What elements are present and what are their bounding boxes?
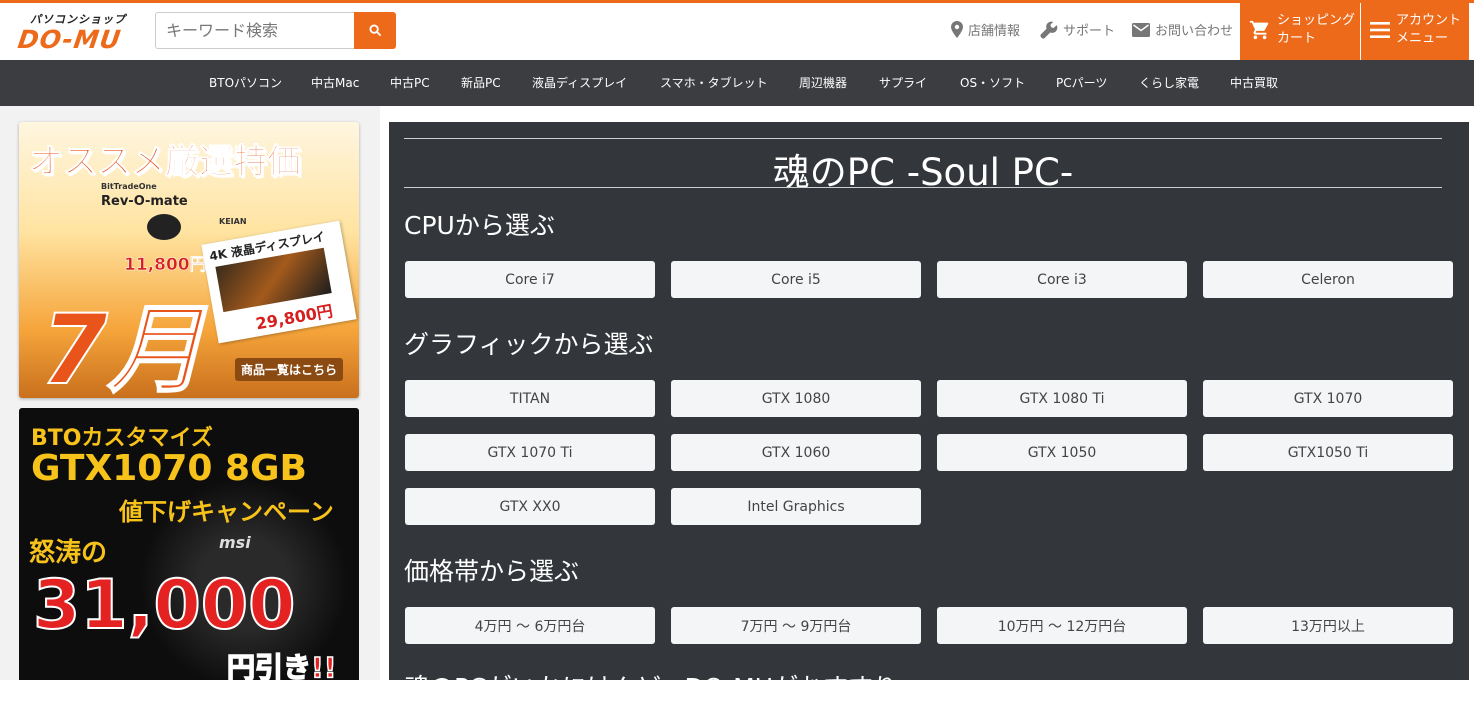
cart-label: ショッピング カート xyxy=(1277,12,1355,48)
nav-item-pc-parts[interactable]: PCパーツ xyxy=(1056,74,1107,91)
msi-logo: msi xyxy=(219,533,251,552)
site-header: パソコンショップ DO-MU 店舗情報 サポート お問い合わせ ショッピングカー… xyxy=(0,0,1474,60)
nav-item-lcd-display[interactable]: 液晶ディスプレイ xyxy=(532,74,627,91)
store-info-label: 店舗情報 xyxy=(968,24,1021,39)
contact-link[interactable]: お問い合わせ xyxy=(1132,20,1233,39)
section-heading-graphics: グラフィックから選ぶ xyxy=(404,330,654,359)
nav-item-smartphone-tablet[interactable]: スマホ・タブレット xyxy=(660,74,768,91)
nav-item-home-appliances[interactable]: くらし家電 xyxy=(1139,74,1199,91)
section-heading-partial: 魂のPCがいかにけんど、DO-MUがおすすり xyxy=(404,673,899,702)
wrench-icon xyxy=(1040,21,1058,39)
banner1-product1: Rev-O-mate xyxy=(101,194,188,209)
account-menu-button[interactable]: アカウント メニュー xyxy=(1361,0,1469,60)
nav-item-os-software[interactable]: OS・ソフト xyxy=(960,74,1025,91)
search-button[interactable] xyxy=(354,12,396,49)
filter-chip-core-i5[interactable]: Core i5 xyxy=(671,261,921,298)
banner1-brand: BitTradeOne xyxy=(101,182,157,191)
filter-chip-gtx-xx0[interactable]: GTX XX0 xyxy=(405,488,655,525)
search-form xyxy=(155,12,396,49)
contact-label: お問い合わせ xyxy=(1155,24,1234,39)
filter-chip-gtx-1080[interactable]: GTX 1080 xyxy=(671,380,921,417)
nav-item-used-mac[interactable]: 中古Mac xyxy=(311,74,359,91)
nav-item-buyback[interactable]: 中古買取 xyxy=(1230,74,1278,91)
banner1-headline: オススメ厳選特価 xyxy=(29,142,302,183)
nav-item-peripherals[interactable]: 周辺機器 xyxy=(799,74,847,91)
filter-chip-titan[interactable]: TITAN xyxy=(405,380,655,417)
shopping-cart-button[interactable]: ショッピング カート xyxy=(1240,0,1360,60)
banner2-amount: 31,000 xyxy=(32,565,296,646)
filter-chip-celeron[interactable]: Celeron xyxy=(1203,261,1453,298)
filter-chip-intel-graphics[interactable]: Intel Graphics xyxy=(671,488,921,525)
filter-chip-price-4-6[interactable]: 4万円 〜 6万円台 xyxy=(405,607,655,644)
rev-o-mate-image xyxy=(147,214,181,240)
banner1-month: 7月 xyxy=(40,293,205,398)
filter-chip-gtx-1070[interactable]: GTX 1070 xyxy=(1203,380,1453,417)
search-input[interactable] xyxy=(155,12,355,49)
cart-label-line1: ショッピング xyxy=(1277,13,1356,28)
soul-pc-panel: 魂のPC -Soul PC- CPUから選ぶ Core i7 Core i5 C… xyxy=(389,122,1469,702)
nav-item-bto-pc[interactable]: BTOパソコン xyxy=(209,74,282,91)
filter-chip-gtx-1080-ti[interactable]: GTX 1080 Ti xyxy=(937,380,1187,417)
account-label: アカウント メニュー xyxy=(1396,12,1461,48)
filter-chip-gtx-1050[interactable]: GTX 1050 xyxy=(937,434,1187,471)
site-logo[interactable]: パソコンショップ DO-MU xyxy=(16,11,142,54)
cart-label-line2: カート xyxy=(1277,31,1317,46)
hamburger-menu-icon xyxy=(1370,22,1390,38)
support-label: サポート xyxy=(1063,24,1116,39)
map-pin-icon xyxy=(951,21,963,38)
filter-chip-gtx-1060[interactable]: GTX 1060 xyxy=(671,434,921,471)
support-link[interactable]: サポート xyxy=(1040,20,1115,39)
store-info-link[interactable]: 店舗情報 xyxy=(951,20,1020,39)
filter-chip-gtx-1050-ti[interactable]: GTX1050 Ti xyxy=(1203,434,1453,471)
account-label-line2: メニュー xyxy=(1396,31,1449,46)
account-label-line1: アカウント xyxy=(1396,13,1462,28)
filter-chip-core-i3[interactable]: Core i3 xyxy=(937,261,1187,298)
banner-gtx1070-campaign[interactable]: msi BTOカスタマイズ GTX1070 8GB 値下げキャンペーン 怒涛の … xyxy=(19,408,359,680)
filter-chip-price-10-12[interactable]: 10万円 〜 12万円台 xyxy=(937,607,1187,644)
filter-chip-gtx-1070-ti[interactable]: GTX 1070 Ti xyxy=(405,434,655,471)
filter-chip-price-7-9[interactable]: 7万円 〜 9万円台 xyxy=(671,607,921,644)
logo-wordmark: DO-MU xyxy=(16,25,124,54)
banner1-brand2: KEIAN xyxy=(219,217,247,226)
section-heading-cpu: CPUから選ぶ xyxy=(404,211,555,240)
banner2-line5: 円引き!! xyxy=(226,650,337,680)
nav-item-new-pc[interactable]: 新品PC xyxy=(461,74,501,91)
search-icon xyxy=(368,24,381,37)
nav-item-used-pc[interactable]: 中古PC xyxy=(390,74,430,91)
title-rule-bottom xyxy=(404,187,1442,188)
banner2-line4: 怒涛の xyxy=(29,538,108,568)
title-rule-top xyxy=(404,138,1442,139)
nav-item-supplies[interactable]: サプライ xyxy=(879,74,927,91)
category-nav: BTOパソコン 中古Mac 中古PC 新品PC 液晶ディスプレイ スマホ・タブレ… xyxy=(0,60,1474,106)
section-heading-price: 価格帯から選ぶ xyxy=(404,557,580,586)
banner2-line2: GTX1070 8GB xyxy=(31,448,307,489)
banner2-line3: 値下げキャンペーン xyxy=(119,498,334,526)
mail-icon xyxy=(1132,22,1150,37)
monitor-card: 4K 液晶ディスプレイ 29,800円 xyxy=(201,220,357,344)
banner1-cta: 商品一覧はこちら xyxy=(235,358,344,381)
filter-chip-price-13-plus[interactable]: 13万円以上 xyxy=(1203,607,1453,644)
cart-icon xyxy=(1249,20,1269,40)
banner-recommended-sale[interactable]: オススメ厳選特価 BitTradeOne Rev-O-mate 11,800円 … xyxy=(19,122,359,398)
filter-chip-core-i7[interactable]: Core i7 xyxy=(405,261,655,298)
